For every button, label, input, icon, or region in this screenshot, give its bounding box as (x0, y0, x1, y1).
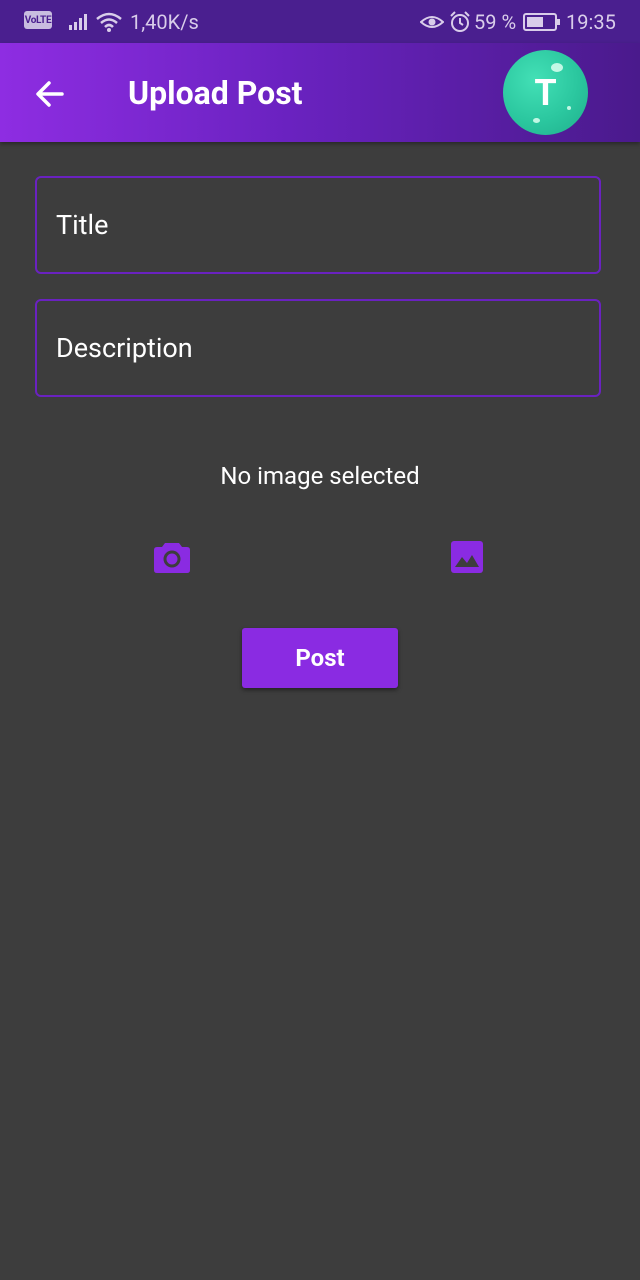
title-placeholder: Title (56, 209, 109, 241)
status-bar: VoLTE 1,40K/s 59 % 19:35 (0, 0, 640, 43)
avatar-letter: T (534, 71, 557, 114)
wifi-icon (95, 0, 123, 43)
gallery-button[interactable] (443, 533, 491, 581)
alarm-icon (449, 0, 471, 43)
back-button[interactable] (26, 70, 74, 118)
page-title: Upload Post (128, 74, 303, 112)
description-placeholder: Description (56, 332, 193, 364)
arrow-back-icon (36, 81, 64, 107)
clock: 19:35 (566, 9, 616, 34)
description-field[interactable]: Description (35, 299, 601, 397)
post-button[interactable]: Post (242, 628, 398, 688)
battery-percent: 59 % (474, 9, 517, 34)
camera-button[interactable] (148, 533, 196, 581)
image-icon (451, 541, 483, 573)
battery-icon (523, 0, 561, 43)
title-field[interactable]: Title (35, 176, 601, 274)
volte-badge: VoLTE (24, 11, 52, 29)
eye-icon (420, 0, 444, 43)
camera-icon (154, 543, 190, 573)
app-bar: Upload Post T (0, 43, 640, 142)
network-speed: 1,40K/s (130, 9, 199, 34)
signal-icon (68, 0, 90, 43)
avatar[interactable]: T (503, 50, 588, 135)
image-status-text: No image selected (220, 462, 420, 490)
